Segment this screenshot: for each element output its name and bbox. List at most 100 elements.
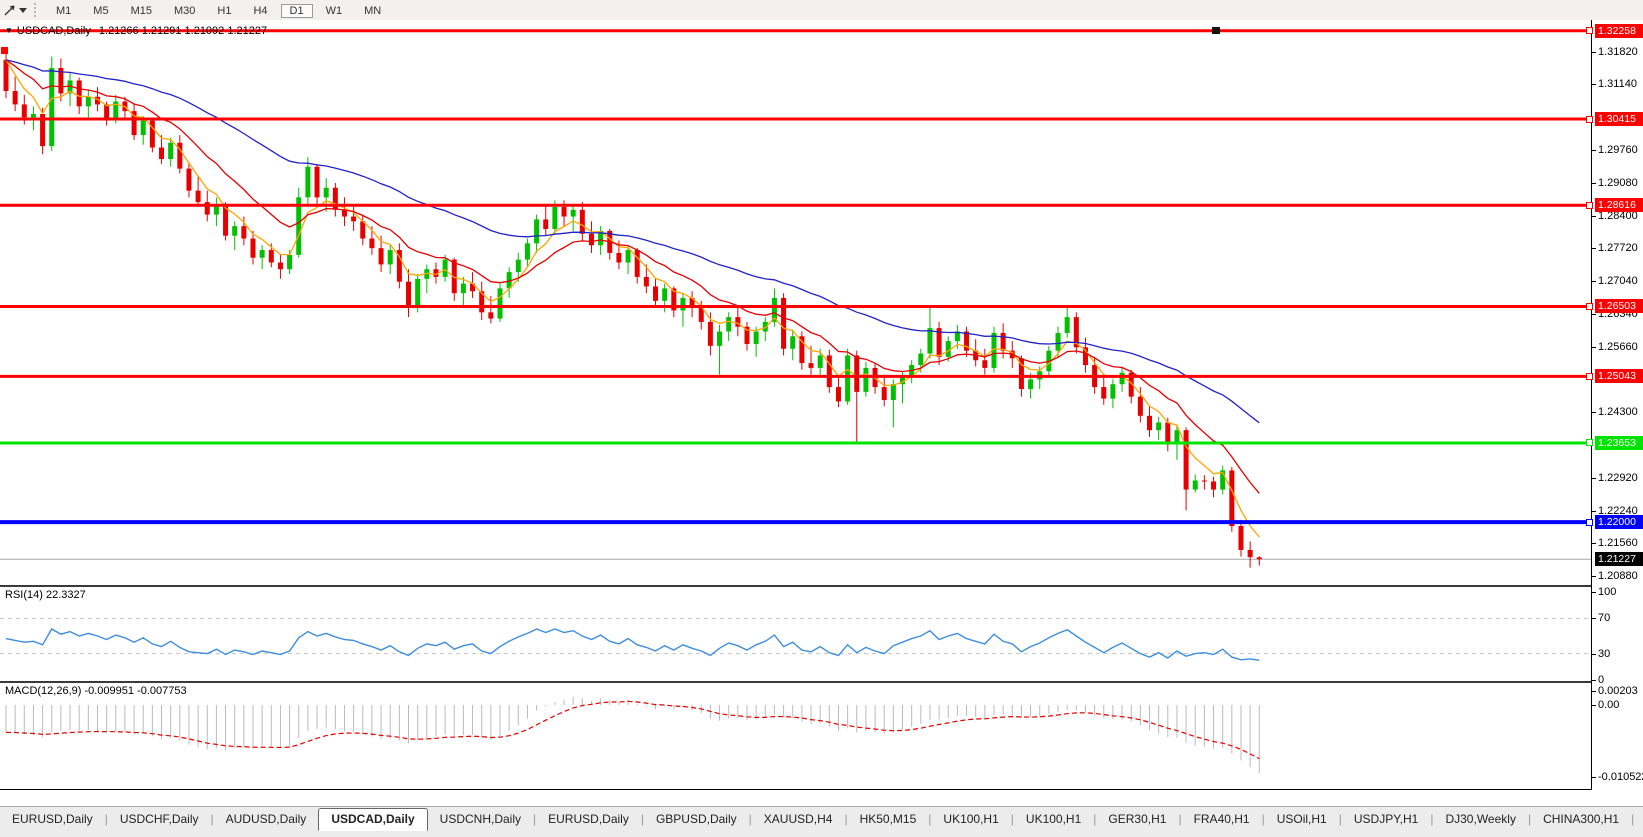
tool-dropdown-icon[interactable] xyxy=(19,8,27,13)
timeframe-button-h1[interactable]: H1 xyxy=(208,4,240,18)
chart-tab-gbpusd-daily[interactable]: GBPUSD,Daily xyxy=(644,809,749,829)
candle-body xyxy=(324,188,329,198)
candle-body xyxy=(635,250,640,277)
chart-tab-eurusd-daily[interactable]: EURUSD,Daily xyxy=(0,809,105,829)
toolbar-grip[interactable] xyxy=(34,3,39,17)
main-price-panel[interactable] xyxy=(0,27,1591,568)
axis-tick-mark xyxy=(1591,576,1596,577)
rsi-panel[interactable] xyxy=(0,618,1591,660)
chart-tab-dj30-weekly[interactable]: DJ30,Weekly xyxy=(1433,809,1527,829)
rsi-line xyxy=(6,629,1259,660)
candle-body xyxy=(360,221,365,238)
candle-body xyxy=(443,260,448,277)
candle-body xyxy=(104,104,109,118)
chart-tab-uk100-h1[interactable]: UK100,H1 xyxy=(1014,809,1093,829)
chart-tab-china300-h1[interactable]: CHINA300,H1 xyxy=(1531,809,1631,829)
chart-shift-marker[interactable] xyxy=(1212,27,1220,34)
chart-tab-uk100-h1[interactable]: UK100,H1 xyxy=(931,809,1010,829)
candle-body xyxy=(269,250,274,262)
candle-body xyxy=(754,331,759,343)
macd-panel[interactable] xyxy=(6,697,1259,773)
price-tick-label: 1.21560 xyxy=(1598,536,1638,550)
timeframe-button-m15[interactable]: M15 xyxy=(122,4,161,18)
line-handle[interactable] xyxy=(1586,202,1593,209)
chart-tab-ger30-h1[interactable]: GER30,H1 xyxy=(1096,809,1178,829)
panel-splitter[interactable] xyxy=(0,681,1592,683)
chart-tab-xauusd-h4[interactable]: XAUUSD,H4 xyxy=(752,809,845,829)
candle-body xyxy=(415,279,420,308)
candle-body xyxy=(589,234,594,245)
terminal-window: M1M5M15M30H1H4D1W1MN ▼USDCAD,Daily1.2126… xyxy=(0,0,1643,836)
candle-body xyxy=(891,384,896,400)
candle-body xyxy=(351,217,356,222)
timeframe-button-w1[interactable]: W1 xyxy=(317,4,352,18)
candle-body xyxy=(1202,480,1207,481)
line-handle[interactable] xyxy=(1586,439,1593,446)
chart-tab-usc[interactable]: USC xyxy=(1634,809,1643,829)
candle-body xyxy=(662,288,667,300)
chart-tab-usdjpy-h1[interactable]: USDJPY,H1 xyxy=(1342,809,1430,829)
candle-body xyxy=(726,317,731,331)
rsi-scale-label: 30 xyxy=(1598,647,1610,661)
timeframe-button-d1[interactable]: D1 xyxy=(281,4,313,18)
line-handle[interactable] xyxy=(1586,373,1593,380)
candle-body xyxy=(1001,333,1006,351)
candle-body xyxy=(186,169,191,191)
chart-tab-usdcnh-daily[interactable]: USDCNH,Daily xyxy=(428,809,533,829)
axis-tick-mark xyxy=(1591,691,1596,692)
candle-body xyxy=(278,263,283,270)
candle-body xyxy=(982,360,987,368)
candle-body xyxy=(260,250,265,258)
candle-body xyxy=(1211,481,1216,489)
axis-tick-mark xyxy=(1591,150,1596,151)
candle-body xyxy=(1156,423,1161,431)
candle-body xyxy=(534,219,539,243)
timeframe-button-h4[interactable]: H4 xyxy=(244,4,276,18)
timeframe-button-m1[interactable]: M1 xyxy=(47,4,80,18)
axis-tick-mark xyxy=(1591,478,1596,479)
line-handle[interactable] xyxy=(1586,303,1593,310)
candle-body xyxy=(406,282,411,308)
candle-body xyxy=(1257,557,1262,559)
candle-body xyxy=(77,80,82,106)
chart-tab-usdcad-daily[interactable]: USDCAD,Daily xyxy=(318,808,427,831)
timeframe-button-m5[interactable]: M5 xyxy=(84,4,117,18)
macd-scale-label: -0.010522 xyxy=(1598,770,1643,784)
line-handle[interactable] xyxy=(1586,519,1593,526)
moving-average-medium xyxy=(6,60,1259,494)
line-handle[interactable] xyxy=(1,47,8,54)
line-handle[interactable] xyxy=(1586,27,1593,34)
axis-tick-mark xyxy=(1591,618,1596,619)
level-price-label: 1.23653 xyxy=(1595,436,1643,450)
candle-body xyxy=(168,143,173,159)
candle-body xyxy=(315,167,320,198)
rsi-scale-label: 70 xyxy=(1598,611,1610,625)
chart-tab-usoil-h1[interactable]: USOil,H1 xyxy=(1265,809,1339,829)
crosshair-tool-icon[interactable] xyxy=(1,2,19,18)
axis-tick-mark xyxy=(1591,543,1596,544)
candle-body xyxy=(626,250,631,262)
panel-splitter[interactable] xyxy=(0,585,1592,587)
chart-tab-audusd-daily[interactable]: AUDUSD,Daily xyxy=(214,809,319,829)
candle-body xyxy=(1065,317,1070,333)
candle-body xyxy=(525,243,530,259)
axis-tick-mark xyxy=(1591,592,1596,593)
candle-body xyxy=(552,207,557,229)
axis-tick-mark xyxy=(1591,84,1596,85)
candle-body xyxy=(827,355,832,387)
price-axis[interactable]: 1.318201.311401.297601.290801.284001.277… xyxy=(1592,20,1643,790)
axis-tick-mark xyxy=(1591,248,1596,249)
chart-tab-usdchf-daily[interactable]: USDCHF,Daily xyxy=(108,809,211,829)
current-price-label: 1.21227 xyxy=(1595,552,1643,566)
chart-tab-eurusd-daily[interactable]: EURUSD,Daily xyxy=(536,809,641,829)
axis-tick-mark xyxy=(1591,281,1596,282)
price-chart[interactable] xyxy=(0,20,1643,790)
candle-body xyxy=(1110,384,1115,398)
level-price-label: 1.28616 xyxy=(1595,198,1643,212)
chart-tab-fra40-h1[interactable]: FRA40,H1 xyxy=(1182,809,1262,829)
timeframe-button-m30[interactable]: M30 xyxy=(165,4,204,18)
line-handle[interactable] xyxy=(1586,116,1593,123)
timeframe-button-mn[interactable]: MN xyxy=(355,4,390,18)
chart-tab-hk50-m15[interactable]: HK50,M15 xyxy=(848,809,929,829)
candle-body xyxy=(1120,373,1125,384)
